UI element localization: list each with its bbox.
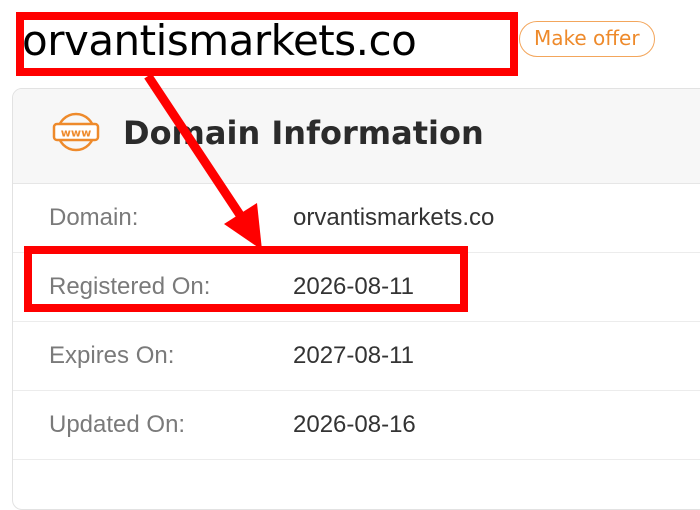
row-value: 2027-08-11 — [293, 342, 414, 369]
make-offer-button[interactable]: Make offer — [519, 21, 655, 57]
row-value: 2026-08-16 — [293, 411, 416, 438]
row-label: Expires On: — [49, 342, 175, 369]
registered-highlight-box — [24, 246, 468, 312]
info-row-expires-on: Expires On: 2027-08-11 — [13, 322, 700, 391]
row-label: Updated On: — [49, 411, 186, 438]
domain-highlight-box — [16, 12, 518, 76]
card-header: www Domain Information — [13, 89, 700, 184]
row-value: orvantismarkets.co — [293, 204, 495, 231]
www-globe-icon: www — [52, 112, 100, 152]
www-icon-text: www — [61, 127, 92, 140]
info-row-domain: Domain: orvantismarkets.co — [13, 184, 700, 253]
info-row-updated-on: Updated On: 2026-08-16 — [13, 391, 700, 460]
card-title: Domain Information — [123, 114, 484, 152]
row-label: Domain: — [49, 204, 139, 231]
